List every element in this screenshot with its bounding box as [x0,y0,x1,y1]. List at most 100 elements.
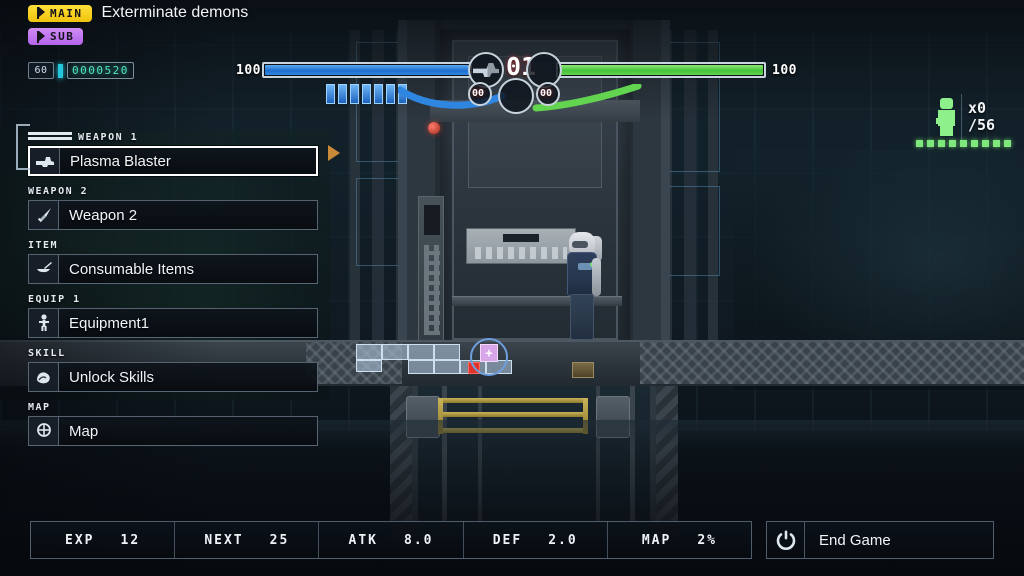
ammo-pip [338,84,347,104]
menu-group-map: MAP Map [28,400,318,446]
right-health-bar [556,62,766,78]
menu-item-consumables[interactable]: Consumable Items [28,254,318,284]
ammo-pip-row [326,84,407,104]
left-health-bar [262,62,472,78]
menu-group-header: EQUIP 1 [28,292,318,306]
menu-group-header: ITEM [28,238,318,252]
menu-item-equipment-1[interactable]: Equipment1 [28,308,318,338]
muscle-icon [29,363,59,391]
enemy-icon-head [940,98,953,109]
menu-item-weapon-1[interactable]: Plasma Blaster [28,145,340,176]
menu-group-weapon-1: WEAPON 1 Plasma Blaster [16,124,340,176]
enemy-dot [971,140,978,147]
ammo-pip [386,84,395,104]
scene-panel-keys [475,247,567,259]
stat-atk-value: 8.0 [404,532,434,548]
map-pin-icon-svg [36,423,51,437]
equipment-menu: WEAPON 1 Plasma Blaster WEAPON 2 Weapon … [16,124,340,454]
blaster-icon [30,148,60,174]
enemy-count-block: x0 /56 [968,100,995,134]
scene-control-panel [466,228,576,264]
header-bar [28,132,72,135]
end-game-button[interactable]: End Game [766,521,994,559]
score-value: 0000520 [72,64,129,77]
menu-item-weapon-1-label: Plasma Blaster [70,152,171,170]
quest-sub-row: SUB [28,28,84,45]
quest-title: Exterminate demons [101,4,249,21]
menu-category-skill: SKILL [28,347,66,359]
menu-group-header: WEAPON 1 [28,130,318,144]
menu-item-map-label: Map [69,422,99,440]
menu-item-equipment-1-label: Equipment1 [69,314,150,332]
enemy-counter-hud: x0 /56 [916,94,1020,154]
header-bar [28,137,72,140]
enemy-icon-legs [940,126,953,136]
person-icon [29,309,59,337]
scene-crate [572,362,594,378]
enemy-icon-body [938,110,955,126]
menu-selection-bracket [16,124,30,170]
quest-main-badge-label: MAIN [50,6,83,20]
blaster-icon-svg [35,157,54,167]
menu-category-weapon-2: WEAPON 2 [28,185,89,197]
score-row: 60 0000520 [28,62,134,79]
menu-group-item: ITEM Consumable Items [28,238,318,284]
scene-hazard-stripe [656,386,678,542]
end-game-label: End Game [819,531,891,549]
quest-sub-badge-label: SUB [50,30,75,43]
sword-icon [29,201,59,229]
stat-map-value: 2% [697,532,717,548]
hud-divider [961,94,962,142]
gantry-bar [438,398,588,403]
scene-floor-tread-right [640,342,1024,384]
menu-group-weapon-2: WEAPON 2 Weapon 2 [28,184,318,230]
enemy-dot-row [916,140,1011,147]
menu-item-map[interactable]: Map [28,416,318,446]
stat-next: NEXT 25 [174,522,318,558]
timer-value: 60 [28,62,54,79]
scene-console-screen [424,205,440,235]
menu-group-equip-1: EQUIP 1 Equipment1 [28,292,318,338]
ammo-left-value: 00 [472,88,485,99]
scene-panel-display [503,234,539,242]
minimap-cell [356,360,382,372]
enemy-dot [949,140,956,147]
right-bar-label: 100 [772,63,797,78]
menu-group-header: MAP [28,400,318,414]
stat-exp: EXP 12 [31,522,174,558]
ammo-cluster: 01 00 00 [460,48,568,114]
menu-item-weapon-2-label: Weapon 2 [69,206,138,224]
menu-category-map: MAP [28,401,51,413]
ammo-pip [362,84,371,104]
minimap-cell [382,344,408,360]
sword-icon-svg [37,208,51,223]
minimap-cell [356,344,382,360]
menu-item-skills-label: Unlock Skills [69,368,155,386]
menu-group-skill: SKILL Unlock Skills [28,346,318,392]
power-icon [767,522,805,558]
map-pin-icon [29,417,59,445]
minimap-save-point: + [480,344,498,362]
potion-icon [29,255,59,283]
menu-header-bars [28,132,72,142]
ammo-pip [374,84,383,104]
left-health-bar-fill [265,65,469,75]
enemy-dot [993,140,1000,147]
menu-item-skills[interactable]: Unlock Skills [28,362,318,392]
player-character-sprite [563,232,603,342]
quest-main-badge: MAIN [28,4,92,22]
enemy-dot [960,140,967,147]
minimap-overlay: + [348,338,538,382]
scene-console-buttons [424,245,440,335]
stat-exp-key: EXP [65,532,95,548]
menu-item-weapon-2[interactable]: Weapon 2 [28,200,318,230]
muscle-icon-svg [36,372,50,384]
enemy-dot [927,140,934,147]
stat-def-value: 2.0 [548,532,578,548]
menu-group-header: SKILL [28,346,318,360]
sprite-arm [592,258,601,296]
menu-group-header: WEAPON 2 [28,184,318,198]
ammo-right-value: 00 [540,88,553,99]
menu-item-consumables-label: Consumable Items [69,260,195,278]
enemy-dot [938,140,945,147]
